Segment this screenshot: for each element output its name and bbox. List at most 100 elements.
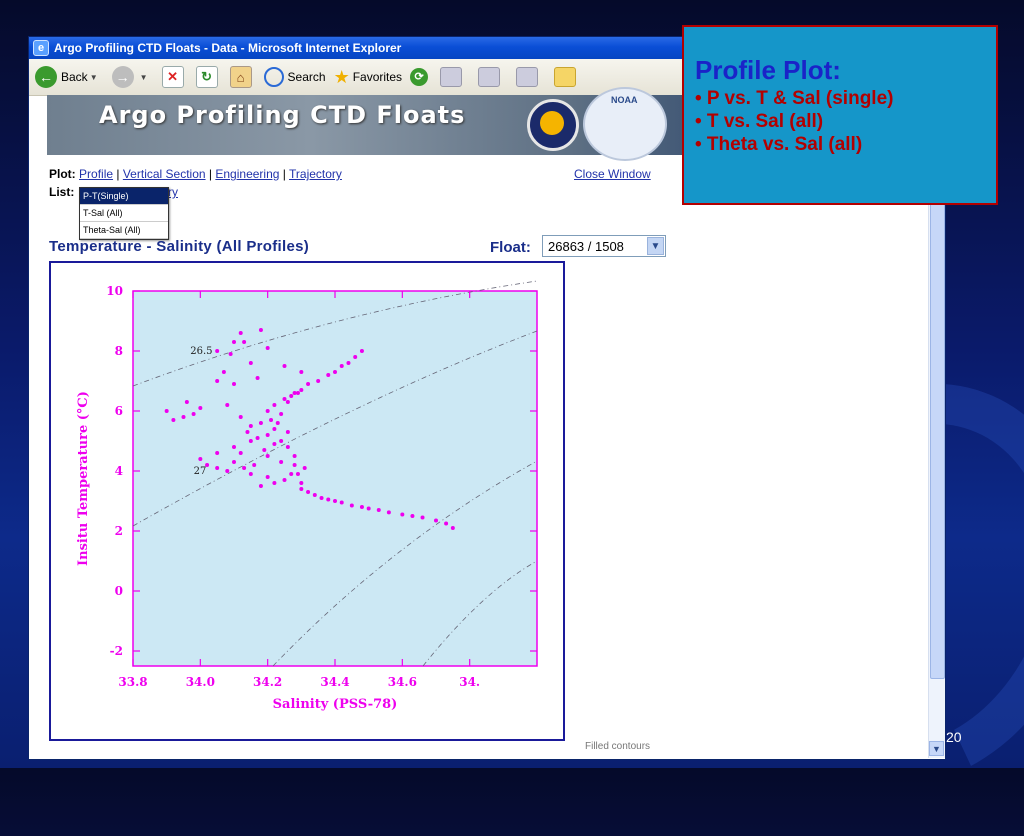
back-button[interactable]: ← Back ▼	[35, 66, 104, 88]
data-point	[262, 448, 267, 452]
history-button[interactable]: ⟳	[410, 68, 432, 86]
data-point	[299, 370, 304, 374]
scroll-down-icon[interactable]: ▼	[929, 741, 944, 756]
stop-button[interactable]: ✕	[161, 66, 188, 88]
refresh-button[interactable]: ↻	[195, 66, 222, 88]
chevron-down-icon[interactable]: ▼	[140, 73, 148, 82]
home-button[interactable]: ⌂	[229, 66, 256, 88]
data-point	[292, 454, 297, 458]
data-point	[339, 500, 344, 505]
data-point	[299, 481, 304, 485]
data-point	[272, 442, 277, 446]
y-axis-label: Insitu Temperature (°C)	[76, 391, 91, 566]
data-point	[285, 445, 290, 449]
data-point	[198, 457, 203, 461]
data-point	[326, 373, 331, 377]
favorites-button[interactable]: ★ Favorites	[334, 67, 403, 88]
chevron-down-icon[interactable]: ▼	[90, 73, 98, 82]
data-point	[316, 379, 321, 383]
forward-button[interactable]: → ▼	[111, 66, 154, 88]
data-point	[205, 463, 210, 467]
plot-type-dropdown[interactable]: P-T(Single) T-Sal (All) Theta-Sal (All)	[79, 187, 169, 240]
data-point	[238, 415, 243, 419]
data-point	[221, 370, 226, 374]
plot-label: Plot:	[49, 167, 76, 181]
data-point	[349, 503, 354, 508]
data-point	[282, 397, 287, 401]
data-point	[450, 526, 455, 530]
argo-logo-icon	[527, 99, 579, 151]
data-point	[269, 418, 274, 422]
data-point	[410, 514, 415, 518]
data-point	[232, 445, 236, 449]
x-tick-label: 34.0	[186, 675, 215, 689]
data-point	[265, 409, 270, 413]
argo-banner: Argo Profiling CTD Floats NOAA	[47, 87, 707, 161]
data-point	[279, 460, 284, 464]
data-point	[289, 394, 294, 398]
data-point	[299, 388, 304, 392]
list-link-fragment[interactable]: ry	[168, 185, 178, 199]
data-point	[248, 472, 253, 476]
dropdown-item-p-t-single[interactable]: P-T(Single)	[80, 188, 168, 205]
edit-button[interactable]	[516, 67, 546, 87]
data-point	[289, 472, 294, 476]
data-point	[339, 364, 344, 368]
noaa-logo-icon: NOAA	[583, 87, 667, 161]
data-point	[346, 361, 351, 365]
data-point	[265, 346, 270, 350]
chevron-down-icon[interactable]: ▼	[647, 237, 664, 255]
y-tick-label: 2	[115, 524, 123, 538]
data-point	[258, 484, 263, 488]
data-point	[242, 340, 247, 344]
y-tick-label: 4	[115, 464, 123, 478]
x-tick-label: 34.6	[388, 675, 417, 689]
folder-button[interactable]	[554, 67, 584, 87]
search-button[interactable]: Search	[263, 67, 326, 87]
float-label: Float:	[490, 239, 531, 256]
data-point	[359, 349, 364, 353]
nav-separator: |	[116, 167, 120, 181]
data-point	[232, 382, 236, 386]
data-point	[285, 430, 290, 434]
ts-scatter-chart: 33.8 34.0 34.2 34.4 34.6 34. -2 0 2 4 6 8 10 26.5 27 Sa…	[76, 280, 538, 712]
data-point	[225, 403, 230, 407]
x-axis-label: Salinity (PSS-78)	[273, 697, 398, 712]
data-point	[265, 475, 270, 479]
float-select[interactable]: 26863 / 1508 ▼	[542, 235, 666, 257]
y-tick-label: -2	[110, 644, 123, 658]
back-arrow-icon: ←	[35, 66, 57, 88]
dropdown-item-theta-sal-all[interactable]: Theta-Sal (All)	[80, 222, 168, 239]
data-point	[191, 412, 196, 416]
data-point	[215, 466, 220, 470]
close-window-link[interactable]: Close Window	[574, 167, 651, 181]
x-tick-label: 34.	[459, 675, 480, 689]
data-point	[255, 436, 260, 440]
window-title: Argo Profiling CTD Floats - Data - Micro…	[54, 41, 402, 55]
link-vertical-section[interactable]: Vertical Section	[123, 167, 206, 181]
data-point	[420, 515, 425, 520]
data-point	[272, 403, 277, 407]
data-point	[248, 439, 253, 443]
print-icon	[478, 67, 501, 87]
data-point	[366, 506, 371, 511]
data-point	[215, 349, 220, 353]
data-point	[242, 466, 247, 470]
link-profile[interactable]: Profile	[79, 167, 113, 181]
data-point	[265, 454, 270, 458]
y-tick-label: 10	[106, 284, 123, 298]
mail-button[interactable]	[440, 67, 470, 87]
data-point	[285, 400, 290, 404]
data-point	[353, 355, 358, 359]
data-point	[333, 370, 337, 374]
data-point	[228, 352, 233, 356]
data-point	[258, 328, 263, 332]
banner-title: Argo Profiling CTD Floats	[99, 101, 466, 129]
data-point	[295, 472, 300, 476]
link-trajectory[interactable]: Trajectory	[289, 167, 342, 181]
print-button[interactable]	[478, 67, 508, 87]
link-engineering[interactable]: Engineering	[215, 167, 279, 181]
edit-icon	[516, 67, 539, 87]
dropdown-item-t-sal-all[interactable]: T-Sal (All)	[80, 205, 168, 222]
star-icon: ★	[333, 66, 350, 87]
